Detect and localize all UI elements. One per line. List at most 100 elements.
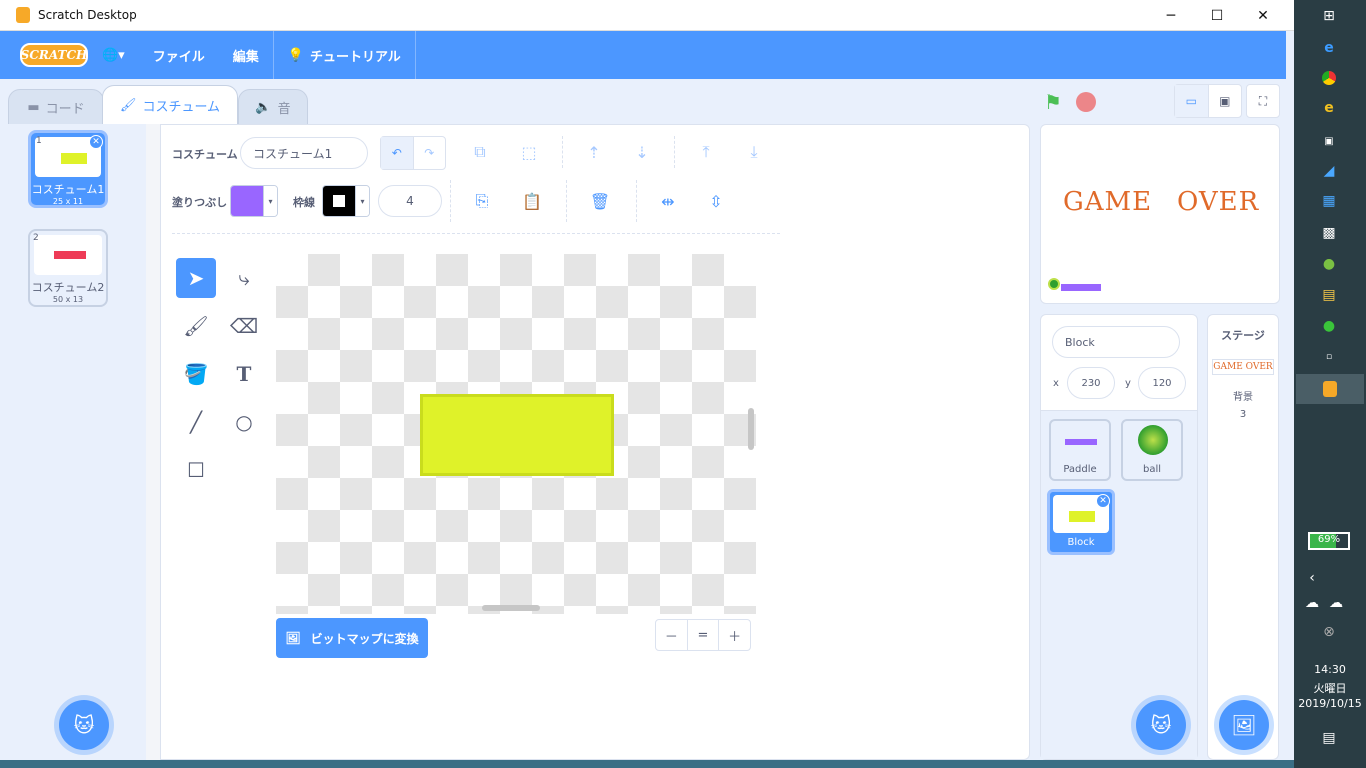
outline-color-picker[interactable]: ▾	[322, 185, 370, 217]
add-sprite-button[interactable]: 🐱	[1136, 700, 1186, 750]
backdrops-label: 背景	[1233, 392, 1253, 403]
scratch-logo[interactable]: SCRATCH	[20, 43, 88, 67]
rectangle-tool-icon[interactable]: ☐	[176, 450, 216, 490]
window-title: Scratch Desktop	[38, 8, 137, 22]
copy-icon[interactable]: ⎘	[466, 185, 498, 217]
clock-date[interactable]: 2019/10/15	[1294, 697, 1366, 710]
file-menu[interactable]: ファイル	[139, 31, 219, 79]
edge-icon[interactable]: e	[1321, 40, 1337, 56]
trash-icon[interactable]: 🗑	[584, 185, 616, 217]
status-close-icon[interactable]: ⊗	[1321, 624, 1337, 640]
minimize-button[interactable]: ─	[1148, 0, 1194, 31]
select-tool-icon[interactable]: ➤	[176, 258, 216, 298]
action-center-icon[interactable]: ▤	[1321, 730, 1337, 746]
flip-vertical-icon[interactable]: ⇳	[700, 185, 732, 217]
brush-icon: 🖌	[119, 98, 137, 113]
x-input[interactable]: 230	[1067, 367, 1115, 399]
canvas-horizontal-scrollbar[interactable]	[482, 605, 540, 611]
windows-start-icon[interactable]: ⊞	[1321, 8, 1337, 24]
add-backdrop-button[interactable]: 🖼	[1219, 700, 1269, 750]
forward-icon[interactable]: ⇡	[578, 136, 610, 168]
qr-app-icon[interactable]: ▩	[1321, 225, 1337, 241]
utility-app-icon[interactable]: ▫	[1321, 349, 1337, 365]
chrome-icon[interactable]	[1321, 70, 1337, 86]
sprite-item-ball[interactable]: ball	[1121, 419, 1183, 481]
outline-label: 枠線	[293, 196, 315, 209]
tab-costume[interactable]: 🖌 コスチューム	[102, 85, 238, 125]
group-icon[interactable]: ⧉	[464, 136, 496, 168]
maximize-button[interactable]: ☐	[1194, 0, 1240, 31]
green-flag-icon[interactable]: ⚑	[1044, 90, 1062, 114]
costume-list-scrollbar[interactable]	[146, 124, 160, 760]
close-button[interactable]: ✕	[1240, 0, 1286, 31]
line-app-icon[interactable]: ●	[1321, 318, 1337, 334]
fullscreen-icon[interactable]: ⛶	[1246, 84, 1280, 118]
reshape-tool-icon[interactable]: ⤷	[224, 258, 264, 298]
delete-costume-icon[interactable]: ✕	[89, 135, 103, 149]
y-input[interactable]: 120	[1138, 367, 1186, 399]
edit-menu[interactable]: 編集	[219, 31, 273, 79]
zoom-reset-icon[interactable]: =	[688, 620, 720, 650]
zoom-in-icon[interactable]: ＋	[719, 620, 750, 650]
shark-app-icon[interactable]: ◢	[1321, 163, 1337, 179]
outline-width-input[interactable]: 4	[378, 185, 442, 217]
sprite-item-paddle[interactable]: Paddle	[1049, 419, 1111, 481]
tutorial-menu[interactable]: 💡 チュートリアル	[274, 31, 415, 79]
costume-size: 25 x 11	[52, 197, 84, 206]
battery-icon[interactable]: 69%	[1308, 532, 1350, 550]
backdrops-count: 3	[1239, 409, 1247, 420]
large-stage-icon[interactable]: ▣	[1209, 85, 1242, 117]
zoom-controls: － = ＋	[655, 619, 751, 651]
tab-code[interactable]: ▬ コード	[8, 89, 104, 125]
delete-sprite-icon[interactable]: ✕	[1096, 494, 1110, 508]
sprite-item-block[interactable]: ✕ Block	[1047, 489, 1115, 555]
ungroup-icon[interactable]: ⬚	[513, 136, 545, 168]
stage-selector[interactable]: ステージ GAME OVER 背景 3	[1207, 314, 1279, 760]
fill-color-picker[interactable]: ▾	[230, 185, 278, 217]
eraser-tool-icon[interactable]: ⌫	[224, 306, 264, 346]
stage-preview[interactable]: GAME OVER	[1040, 124, 1280, 304]
cat-add-icon: 🐱	[1150, 713, 1172, 737]
terminal-icon[interactable]: ▣	[1321, 133, 1337, 149]
clock-weekday[interactable]: 火曜日	[1294, 680, 1366, 696]
network-app-icon[interactable]: ▦	[1321, 193, 1337, 209]
chevron-down-icon: ▾	[263, 186, 277, 216]
front-icon[interactable]: ⤒	[690, 136, 722, 168]
language-menu[interactable]: 🌐▾	[88, 31, 139, 79]
zoom-out-icon[interactable]: －	[656, 620, 688, 650]
stop-icon[interactable]	[1076, 92, 1096, 112]
circle-tool-icon[interactable]: ○	[224, 402, 264, 442]
costume-item-2[interactable]: 2 コスチューム2 50 x 13	[28, 229, 108, 307]
brush-tool-icon[interactable]: 🖌	[176, 306, 216, 346]
yellow-rectangle-shape[interactable]	[420, 394, 614, 476]
backward-icon[interactable]: ⇣	[626, 136, 658, 168]
file-explorer-icon[interactable]: ▤	[1321, 287, 1337, 303]
chevron-left-icon[interactable]: ‹	[1304, 570, 1320, 586]
fill-tool-icon[interactable]: 🪣	[176, 354, 216, 394]
cat-add-icon: 🐱	[73, 713, 95, 737]
paste-icon[interactable]: 📋	[516, 185, 548, 217]
cloud-icon[interactable]: ☁	[1304, 595, 1320, 611]
costume-size: 50 x 13	[52, 295, 84, 304]
flip-horizontal-icon[interactable]: ⇹	[652, 185, 684, 217]
tab-sound[interactable]: 🔈 音	[238, 89, 308, 125]
undo-icon[interactable]: ↶	[381, 137, 414, 169]
menu-divider	[414, 31, 416, 79]
costume-name-input[interactable]: コスチューム1	[240, 137, 368, 169]
scratch-taskbar-item[interactable]	[1296, 374, 1364, 404]
android-icon[interactable]: ●	[1321, 256, 1337, 272]
convert-to-bitmap-button[interactable]: 🖼 ビットマップに変換	[276, 618, 428, 658]
line-tool-icon[interactable]: ╱	[176, 402, 216, 442]
redo-icon[interactable]: ↷	[414, 137, 446, 169]
costume-item-1[interactable]: 1 ✕ コスチューム1 25 x 11	[28, 130, 108, 208]
cloud-upload-icon[interactable]: ☁	[1328, 595, 1344, 611]
add-costume-button[interactable]: 🐱	[59, 700, 109, 750]
clock-time[interactable]: 14:30	[1294, 663, 1366, 676]
ie-icon[interactable]: e	[1321, 100, 1337, 116]
sprite-name-input[interactable]: Block	[1052, 326, 1180, 358]
small-stage-icon[interactable]: ▭	[1175, 85, 1209, 117]
back-icon[interactable]: ⤓	[738, 136, 770, 168]
canvas-vertical-scrollbar[interactable]	[748, 408, 754, 450]
costume-list	[8, 124, 152, 760]
text-tool-icon[interactable]: T	[224, 354, 264, 394]
